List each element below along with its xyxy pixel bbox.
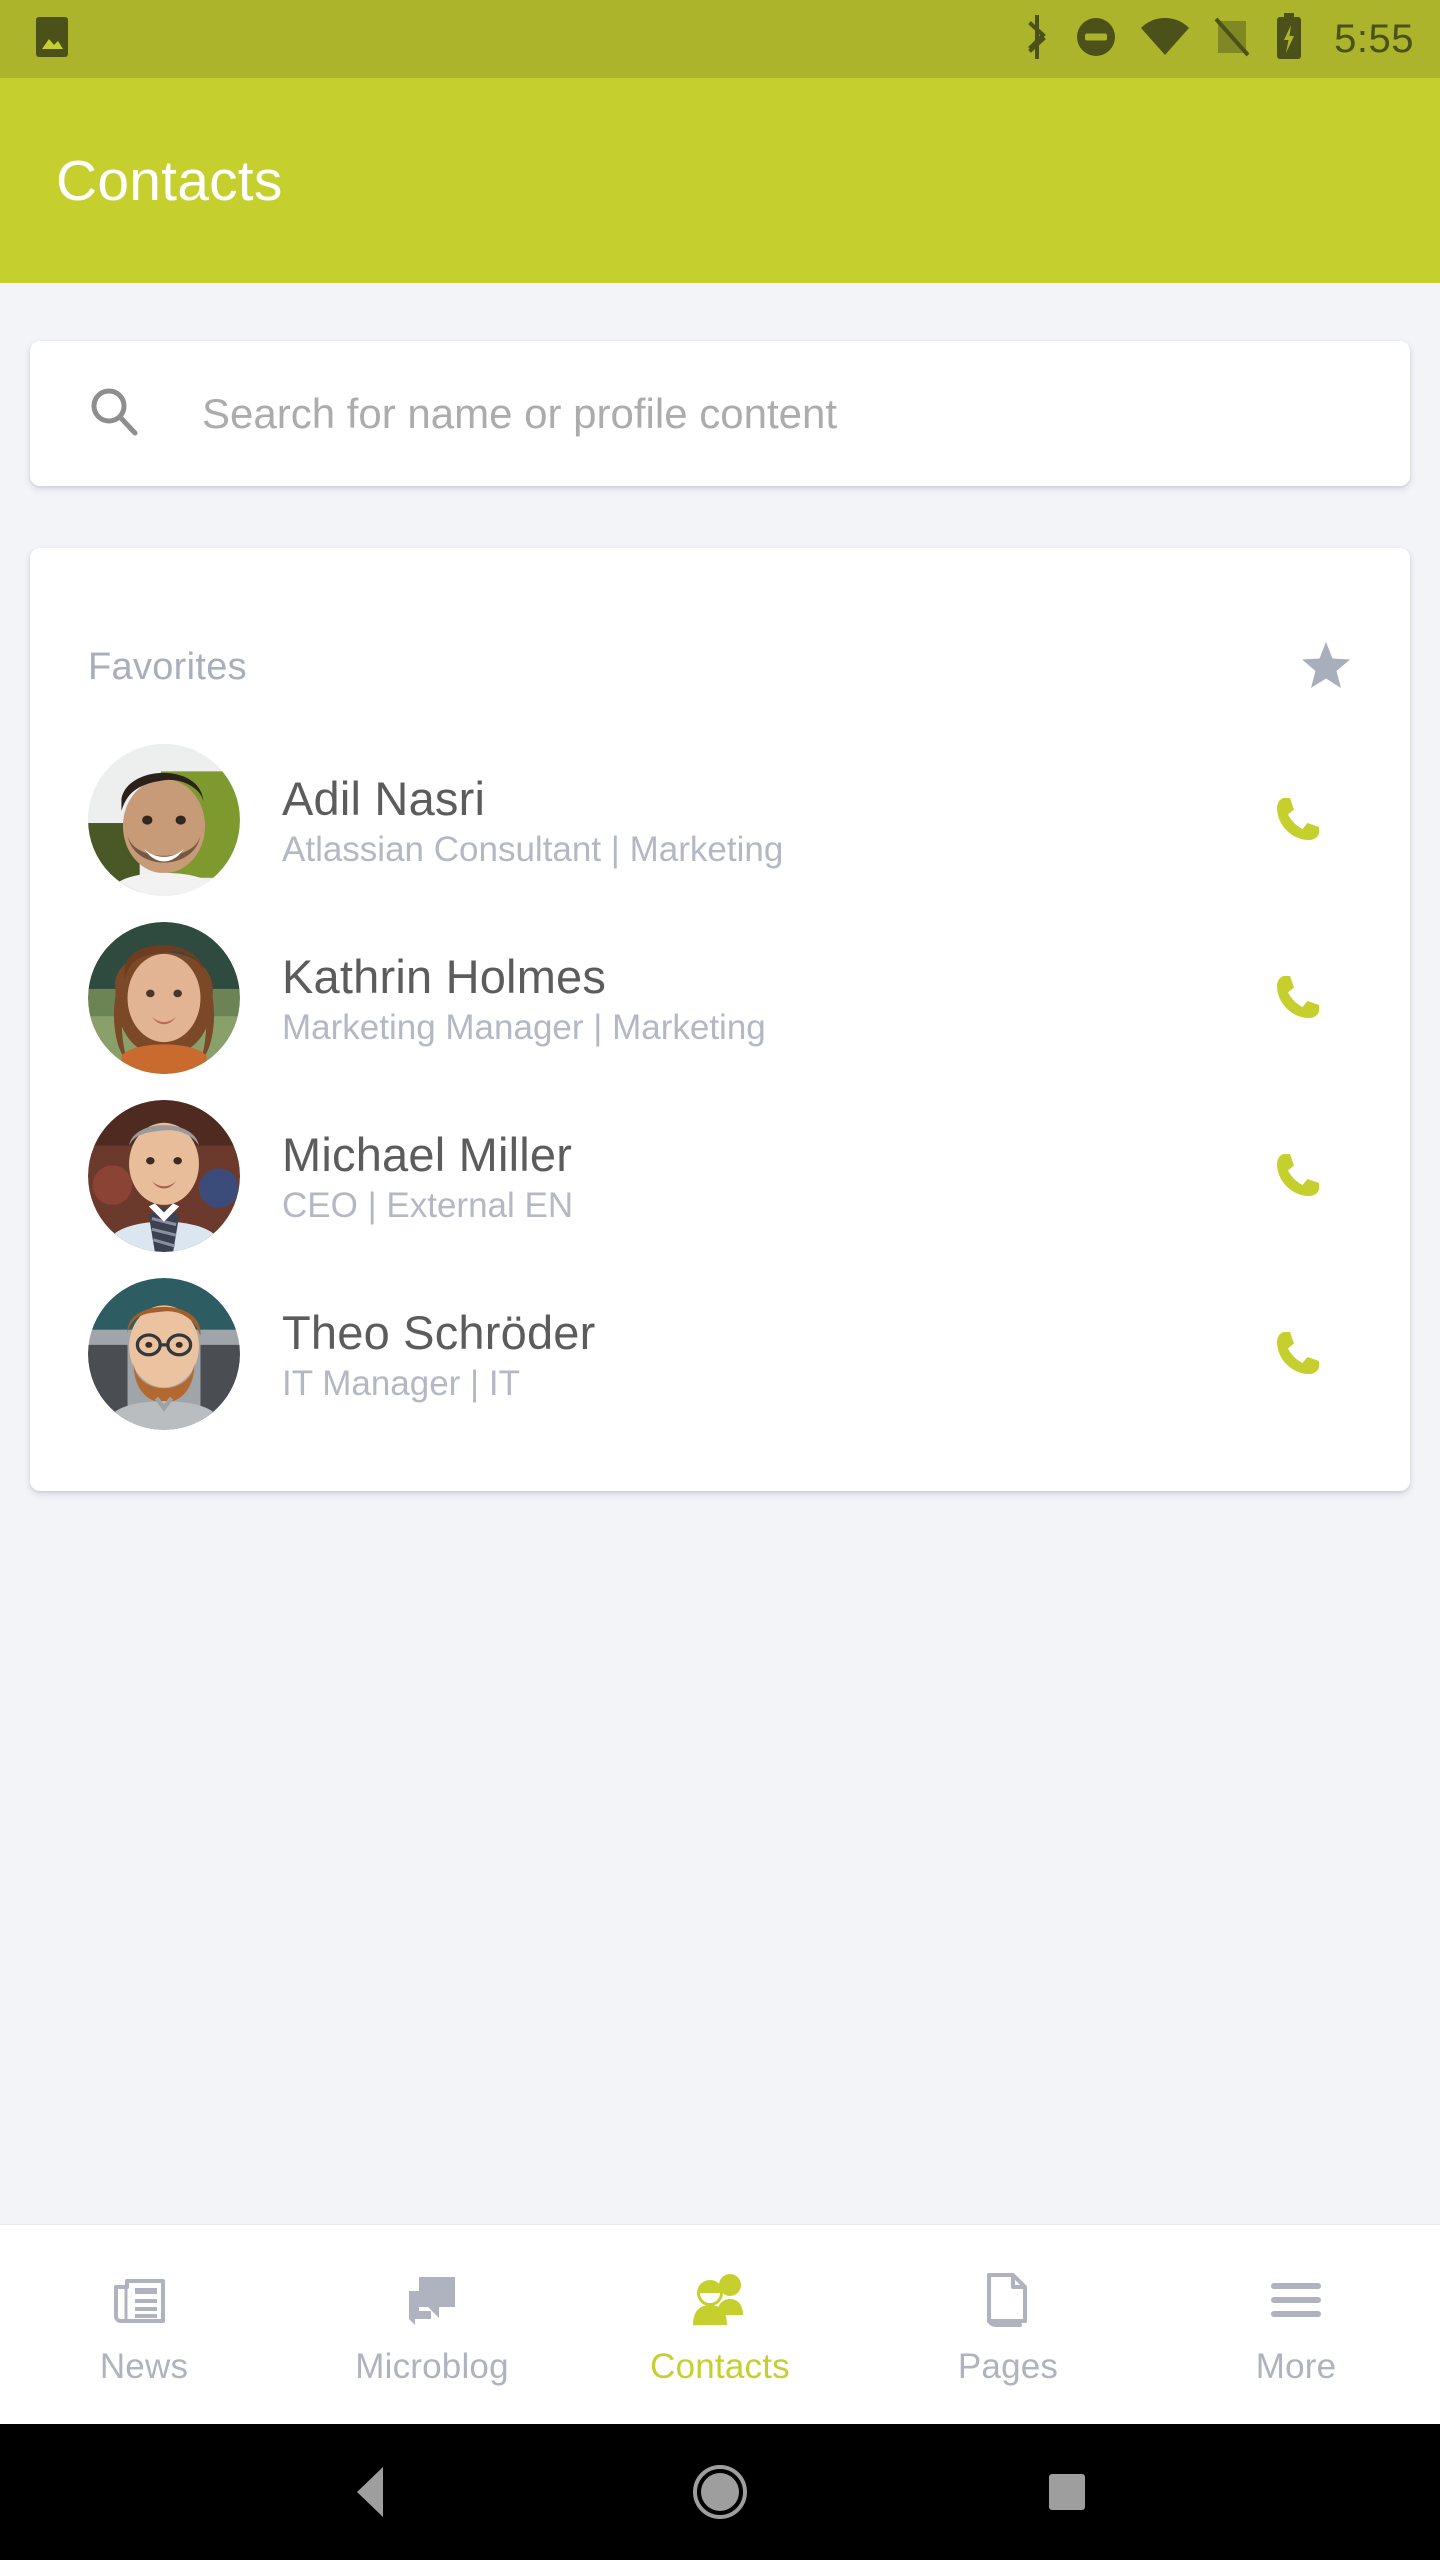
table-row[interactable]: Theo Schröder IT Manager | IT — [30, 1265, 1410, 1443]
search-bar[interactable]: Search for name or profile content — [30, 341, 1410, 486]
image-notification-icon — [32, 15, 72, 64]
do-not-disturb-icon — [1074, 15, 1118, 64]
favorites-card: Favorites Adil Nasri Atlassian Consultan… — [30, 548, 1410, 1491]
contact-name: Kathrin Holmes — [282, 949, 607, 1003]
phone-icon[interactable] — [1242, 1326, 1352, 1382]
phone-screen: 5:55 Contacts Search for name or profile… — [0, 0, 1440, 2560]
tab-microblog[interactable]: Microblog — [288, 2225, 576, 2424]
status-bar-clock: 5:55 — [1334, 17, 1414, 61]
bluetooth-icon — [1022, 14, 1052, 65]
contact-list: Adil Nasri Atlassian Consultant | Market… — [30, 695, 1410, 1443]
contact-info: Kathrin Holmes Marketing Manager | Marke… — [282, 949, 1226, 1048]
tab-label: Contacts — [650, 2346, 790, 2386]
contact-subtitle: Marketing Manager | Marketing — [282, 1007, 766, 1047]
phone-icon[interactable] — [1242, 1148, 1352, 1204]
people-icon — [687, 2269, 753, 2331]
contact-name: Theo Schröder — [282, 1305, 596, 1359]
android-system-navigation — [0, 2424, 1440, 2560]
star-filled-icon[interactable] — [1300, 640, 1352, 695]
contact-info: Theo Schröder IT Manager | IT — [282, 1305, 1226, 1404]
wifi-icon — [1140, 17, 1190, 62]
search-input[interactable]: Search for name or profile content — [202, 390, 837, 438]
table-row[interactable]: Kathrin Holmes Marketing Manager | Marke… — [30, 909, 1410, 1087]
no-signal-icon — [1212, 15, 1252, 64]
bottom-navigation: News Microblog Contacts Pages More — [0, 2224, 1440, 2424]
avatar — [88, 1278, 240, 1430]
table-row[interactable]: Adil Nasri Atlassian Consultant | Market… — [30, 731, 1410, 909]
document-icon — [979, 2269, 1037, 2331]
table-row[interactable]: Michael Miller CEO | External EN — [30, 1087, 1410, 1265]
favorites-header: Favorites — [30, 548, 1410, 695]
tab-more[interactable]: More — [1152, 2225, 1440, 2424]
contact-name: Michael Miller — [282, 1127, 573, 1181]
hamburger-menu-icon — [1267, 2269, 1325, 2331]
tab-label: News — [99, 2346, 189, 2386]
contact-subtitle: Atlassian Consultant | Marketing — [282, 829, 784, 869]
contact-name: Adil Nasri — [282, 771, 486, 825]
status-bar-icons: 5:55 — [1022, 12, 1414, 66]
contact-subtitle: CEO | External EN — [282, 1185, 574, 1225]
battery-charging-icon — [1274, 12, 1304, 66]
avatar — [88, 922, 240, 1074]
phone-icon[interactable] — [1242, 792, 1352, 848]
tab-label: Pages — [957, 2346, 1059, 2386]
home-circle-icon[interactable] — [660, 2432, 780, 2552]
contact-subtitle: IT Manager | IT — [282, 1363, 520, 1403]
tab-label: More — [1255, 2346, 1337, 2386]
search-icon — [88, 385, 140, 442]
page-title: Contacts — [56, 148, 283, 213]
tab-label: Microblog — [355, 2346, 509, 2386]
favorites-label: Favorites — [88, 646, 247, 688]
status-bar-notifications — [32, 15, 72, 64]
avatar — [88, 744, 240, 896]
tab-pages[interactable]: Pages — [864, 2225, 1152, 2424]
tab-news[interactable]: News — [0, 2225, 288, 2424]
tab-contacts[interactable]: Contacts — [576, 2225, 864, 2424]
phone-icon[interactable] — [1242, 970, 1352, 1026]
back-triangle-icon[interactable] — [313, 2432, 433, 2552]
status-bar: 5:55 — [0, 0, 1440, 78]
app-bar: Contacts — [0, 78, 1440, 283]
contact-info: Adil Nasri Atlassian Consultant | Market… — [282, 771, 1226, 870]
recents-square-icon[interactable] — [1007, 2432, 1127, 2552]
main-content: Search for name or profile content Favor… — [0, 283, 1440, 2224]
newspaper-icon — [113, 2269, 175, 2331]
contact-info: Michael Miller CEO | External EN — [282, 1127, 1226, 1226]
chat-bubble-icon — [401, 2269, 463, 2331]
avatar — [88, 1100, 240, 1252]
